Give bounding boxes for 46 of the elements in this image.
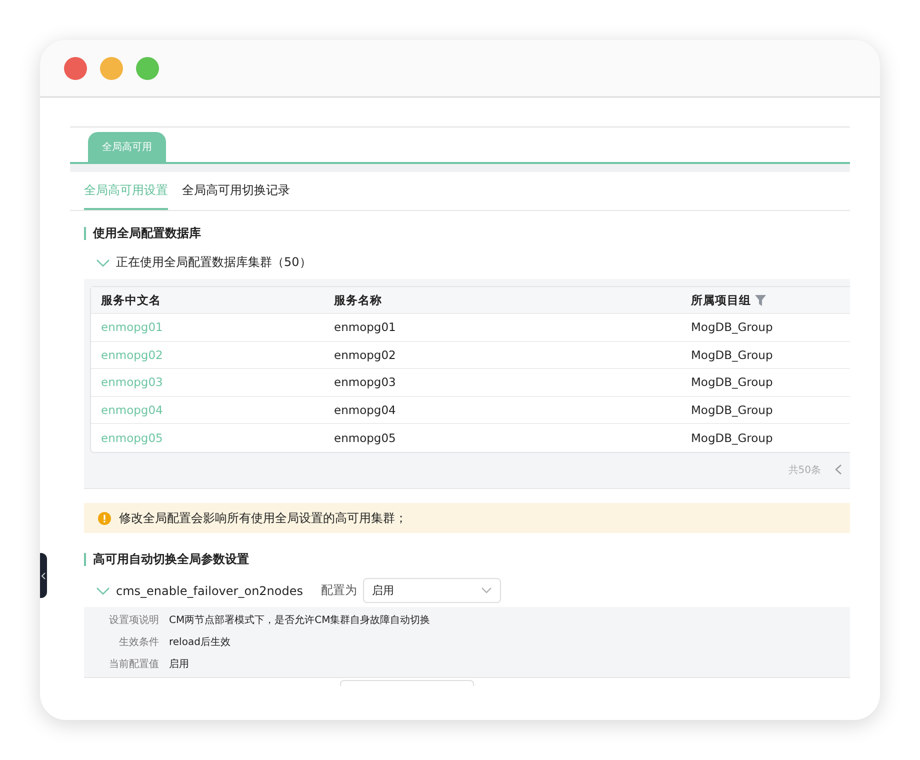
filter-icon[interactable] <box>755 294 766 306</box>
detail-value: 启用 <box>169 658 190 671</box>
table-cell: enmopg03 <box>334 375 396 390</box>
maximize-icon[interactable] <box>136 56 159 80</box>
column-header: 所属项目组 <box>691 292 751 308</box>
minimize-icon[interactable] <box>100 56 123 80</box>
tab[interactable]: 全局高可用切换记录 <box>182 182 290 210</box>
tab[interactable]: 全局高可用 <box>88 132 166 162</box>
chevron-icon[interactable] <box>96 258 110 268</box>
column-header: 服务中文名 <box>101 292 161 308</box>
group-label: 正在使用全局配置数据库集群（50） <box>116 254 312 271</box>
detail-label: 生效条件 <box>118 636 159 649</box>
detail-value: CM两节点部署模式下，是否允许CM集群自身故障自动切换 <box>169 614 432 627</box>
caret-icon <box>481 587 492 594</box>
table-cell: MogDB_Group <box>691 402 773 417</box>
service-link[interactable]: enmopg02 <box>101 348 163 362</box>
table-cell: enmopg04 <box>334 402 396 417</box>
table-cell: enmopg05 <box>334 430 396 445</box>
previous-page-icon[interactable] <box>835 464 842 475</box>
config-label: 配置为 <box>321 582 358 599</box>
table-cell: MogDB_Group <box>691 430 773 445</box>
table-cell: MogDB_Group <box>691 375 773 390</box>
table-cell: enmopg01 <box>334 320 396 334</box>
column-header: 服务名称 <box>334 292 382 308</box>
service-link[interactable]: enmopg04 <box>101 402 163 417</box>
warning-icon <box>98 512 111 524</box>
chevron-left-icon <box>41 572 46 580</box>
service-link[interactable]: enmopg01 <box>101 320 163 334</box>
table-cell: enmopg02 <box>334 348 396 362</box>
close-icon[interactable] <box>64 56 87 80</box>
service-link[interactable]: enmopg03 <box>101 375 163 390</box>
table-cell: MogDB_Group <box>691 320 773 334</box>
section-title: 使用全局配置数据库 <box>84 227 850 240</box>
collapse-handle[interactable] <box>40 553 47 598</box>
chevron-icon[interactable] <box>96 586 110 596</box>
detail-label: 设置项说明 <box>108 614 159 627</box>
tab[interactable]: 全局高可用设置 <box>84 182 168 210</box>
table-cell: MogDB_Group <box>691 348 773 362</box>
config-select[interactable]: 启用 <box>363 578 502 603</box>
detail-value: reload后生效 <box>169 636 232 649</box>
total-count: 共50条 <box>788 464 821 476</box>
detail-label: 当前配置值 <box>108 658 159 671</box>
service-link[interactable]: enmopg05 <box>101 430 163 445</box>
section-title: 高可用自动切换全局参数设置 <box>84 553 850 566</box>
parameter-name: cms_enable_failover_on2nodes <box>116 584 304 598</box>
alert-text: 修改全局配置会影响所有使用全局设置的高可用集群； <box>119 510 407 526</box>
